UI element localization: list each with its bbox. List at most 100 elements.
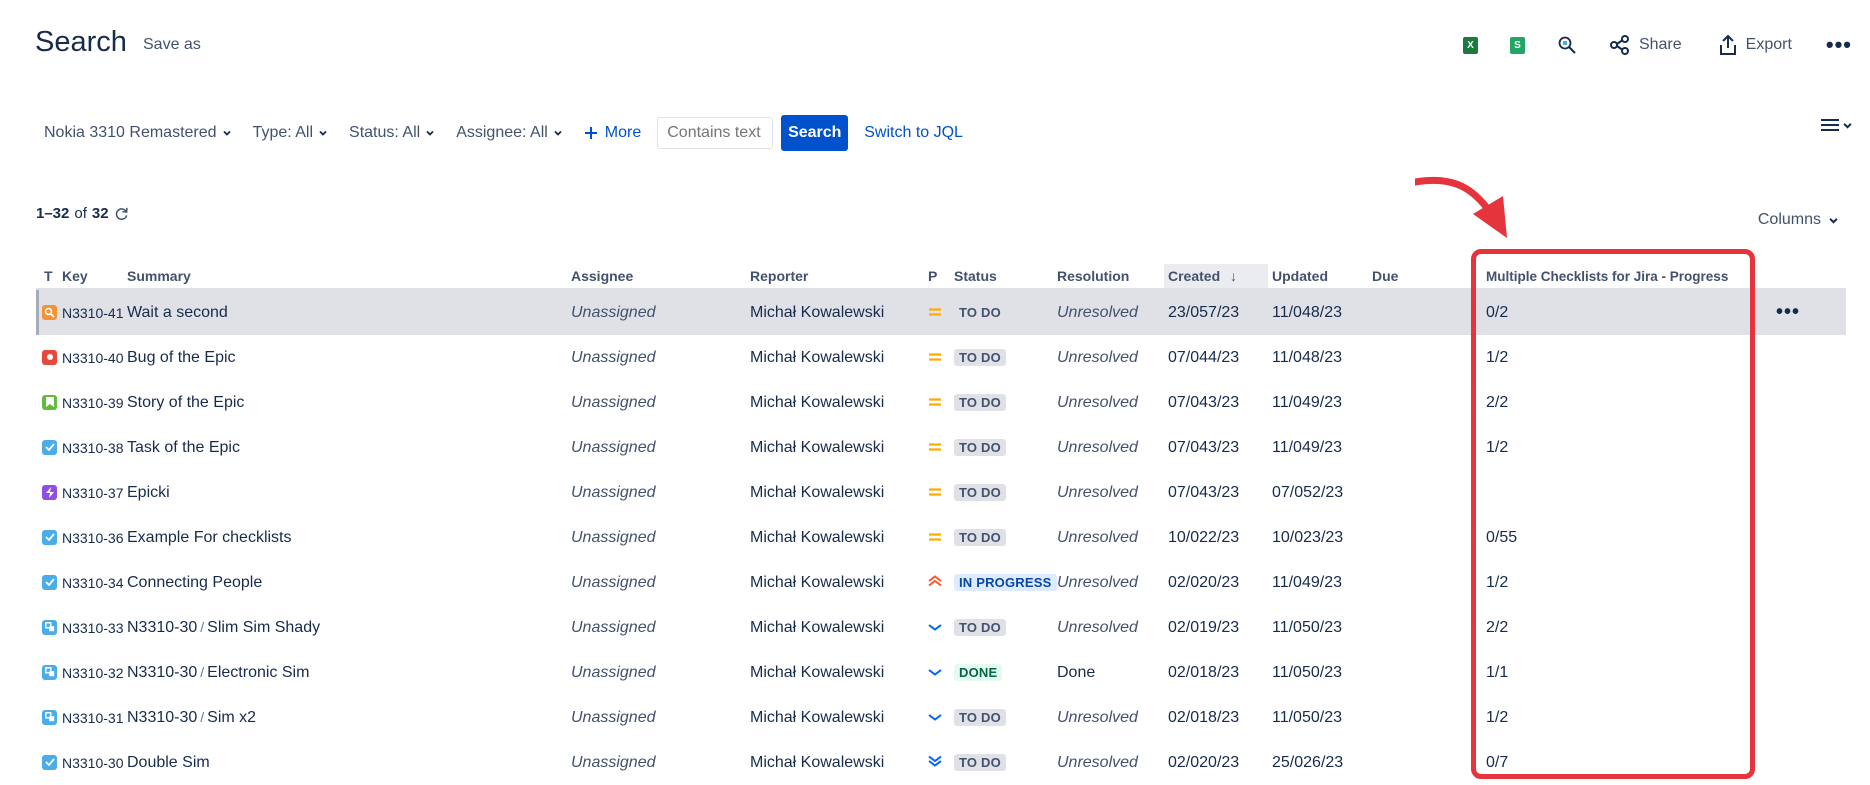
col-reporter[interactable]: Reporter (750, 264, 928, 289)
issue-summary[interactable]: N3310-30/Slim Sim Shady (127, 605, 571, 650)
contains-text-input[interactable] (657, 117, 774, 149)
status-cell[interactable]: TO DO (954, 740, 1057, 785)
status-cell[interactable]: TO DO (954, 335, 1057, 380)
issue-summary[interactable]: Epicki (127, 470, 571, 515)
issue-summary[interactable]: Task of the Epic (127, 425, 571, 470)
status-cell[interactable]: TO DO (954, 695, 1057, 740)
table-row[interactable]: N3310-40 Bug of the Epic Unassigned Michał … (36, 335, 1846, 380)
table-row[interactable]: N3310-32 N3310-30/Electronic Sim Unassigne… (36, 650, 1846, 695)
issue-key[interactable]: N3310-39 (62, 380, 127, 425)
view-switcher[interactable] (1821, 118, 1852, 132)
col-due[interactable]: Due (1372, 264, 1476, 289)
issue-summary[interactable]: Wait a second (127, 289, 571, 335)
col-checklist-progress[interactable]: Multiple Checklists for Jira - Progress (1476, 264, 1776, 289)
status-cell[interactable]: TO DO (954, 289, 1057, 335)
table-row[interactable]: N3310-39 Story of the Epic Unassigned Micha… (36, 380, 1846, 425)
google-sheets-icon[interactable]: S (1509, 36, 1525, 54)
row-actions[interactable] (1776, 605, 1846, 650)
issue-summary[interactable]: Double Sim (127, 740, 571, 785)
issue-key[interactable]: N3310-38 (62, 425, 127, 470)
row-actions-menu-icon[interactable]: ••• (1776, 301, 1800, 323)
table-row[interactable]: N3310-36 Example For checklists Unassigned… (36, 515, 1846, 560)
table-row[interactable]: N3310-37 Epicki Unassigned Michał Kowalewsk… (36, 470, 1846, 515)
table-row[interactable]: N3310-41 Wait a second Unassigned Michał Ko… (36, 289, 1846, 335)
row-actions[interactable] (1776, 380, 1846, 425)
created-cell: 07/043/23 (1168, 393, 1240, 411)
issue-key[interactable]: N3310-32 (62, 650, 127, 695)
table-row[interactable]: N3310-31 N3310-30/Sim x2 Unassigned Michał … (36, 695, 1846, 740)
excel-export-icon[interactable]: X (1462, 36, 1478, 54)
updated-cell: 11/049/23 (1272, 573, 1342, 591)
row-actions[interactable] (1776, 650, 1846, 695)
status-cell[interactable]: IN PROGRESS (954, 560, 1057, 605)
status-cell[interactable]: TO DO (954, 470, 1057, 515)
share-button[interactable]: Share (1609, 34, 1682, 56)
issue-key[interactable]: N3310-36 (62, 515, 127, 560)
status-badge: DONE (954, 663, 1003, 681)
medium-priority-icon (928, 515, 954, 560)
table-row[interactable]: N3310-38 Task of the Epic Unassigned Michał… (36, 425, 1846, 470)
assignee-filter[interactable]: Assignee: All (456, 124, 562, 142)
status-badge: TO DO (954, 753, 1006, 771)
col-priority[interactable]: P (928, 264, 954, 289)
col-created[interactable]: Created ↓ (1164, 264, 1268, 289)
issue-summary[interactable]: Story of the Epic (127, 380, 571, 425)
share-icon (1609, 35, 1629, 55)
row-actions[interactable]: ••• (1776, 289, 1846, 335)
table-row[interactable]: N3310-33 N3310-30/Slim Sim Shady Unassigne… (36, 605, 1846, 650)
updated-cell: 11/050/23 (1272, 663, 1342, 681)
issue-summary[interactable]: Example For checklists (127, 515, 571, 560)
col-resolution[interactable]: Resolution (1057, 264, 1164, 289)
export-button[interactable]: Export (1718, 34, 1792, 56)
sort-descending-icon: ↓ (1230, 268, 1238, 284)
issue-summary[interactable]: Connecting People (127, 560, 571, 605)
col-assignee[interactable]: Assignee (571, 264, 750, 289)
status-cell[interactable]: DONE (954, 650, 1057, 695)
due-cell (1372, 740, 1476, 785)
row-actions[interactable] (1776, 470, 1846, 515)
issue-summary[interactable]: N3310-30/Sim x2 (127, 695, 571, 740)
search-button[interactable]: Search (781, 115, 849, 151)
issue-key[interactable]: N3310-31 (62, 695, 127, 740)
issue-key[interactable]: N3310-33 (62, 605, 127, 650)
switch-to-jql-link[interactable]: Switch to JQL (864, 124, 963, 142)
row-actions[interactable] (1776, 515, 1846, 560)
row-actions[interactable] (1776, 335, 1846, 380)
status-cell[interactable]: TO DO (954, 515, 1057, 560)
issue-summary[interactable]: Bug of the Epic (127, 335, 571, 380)
status-cell[interactable]: TO DO (954, 380, 1057, 425)
col-key[interactable]: Key (62, 264, 127, 289)
issue-summary[interactable]: N3310-30/Electronic Sim (127, 650, 571, 695)
columns-button[interactable]: Columns (1758, 211, 1838, 229)
col-updated[interactable]: Updated (1268, 264, 1372, 289)
row-actions[interactable] (1776, 560, 1846, 605)
parent-key[interactable]: N3310-30 (127, 619, 197, 636)
col-summary[interactable]: Summary (127, 264, 571, 289)
issues-table: T Key Summary Assignee Reporter P Status… (36, 264, 1846, 785)
status-cell[interactable]: TO DO (954, 425, 1057, 470)
more-filters-button[interactable]: More (584, 124, 641, 142)
status-cell[interactable]: TO DO (954, 605, 1057, 650)
more-actions-icon[interactable]: ••• (1826, 32, 1852, 58)
table-row[interactable]: N3310-30 Double Sim Unassigned Michał Kowal… (36, 740, 1846, 785)
parent-key[interactable]: N3310-30 (127, 709, 197, 726)
row-actions[interactable] (1776, 740, 1846, 785)
table-row[interactable]: N3310-34 Connecting People Unassigned Micha… (36, 560, 1846, 605)
type-filter[interactable]: Type: All (253, 124, 327, 142)
search-analytics-icon[interactable] (1557, 35, 1577, 55)
status-filter[interactable]: Status: All (349, 124, 434, 142)
parent-key[interactable]: N3310-30 (127, 664, 197, 681)
project-filter[interactable]: Nokia 3310 Remastered (44, 124, 231, 142)
refresh-icon[interactable] (114, 206, 129, 221)
col-type[interactable]: T (36, 264, 62, 289)
issue-key[interactable]: N3310-37 (62, 470, 127, 515)
issue-key[interactable]: N3310-30 (62, 740, 127, 785)
issue-key[interactable]: N3310-40 (62, 335, 127, 380)
issue-key[interactable]: N3310-41 (62, 289, 127, 335)
col-status[interactable]: Status (954, 264, 1057, 289)
row-actions[interactable] (1776, 695, 1846, 740)
issue-key[interactable]: N3310-34 (62, 560, 127, 605)
save-as-button[interactable]: Save as (143, 36, 201, 54)
row-actions[interactable] (1776, 425, 1846, 470)
resolution-cell: Done (1057, 663, 1096, 681)
